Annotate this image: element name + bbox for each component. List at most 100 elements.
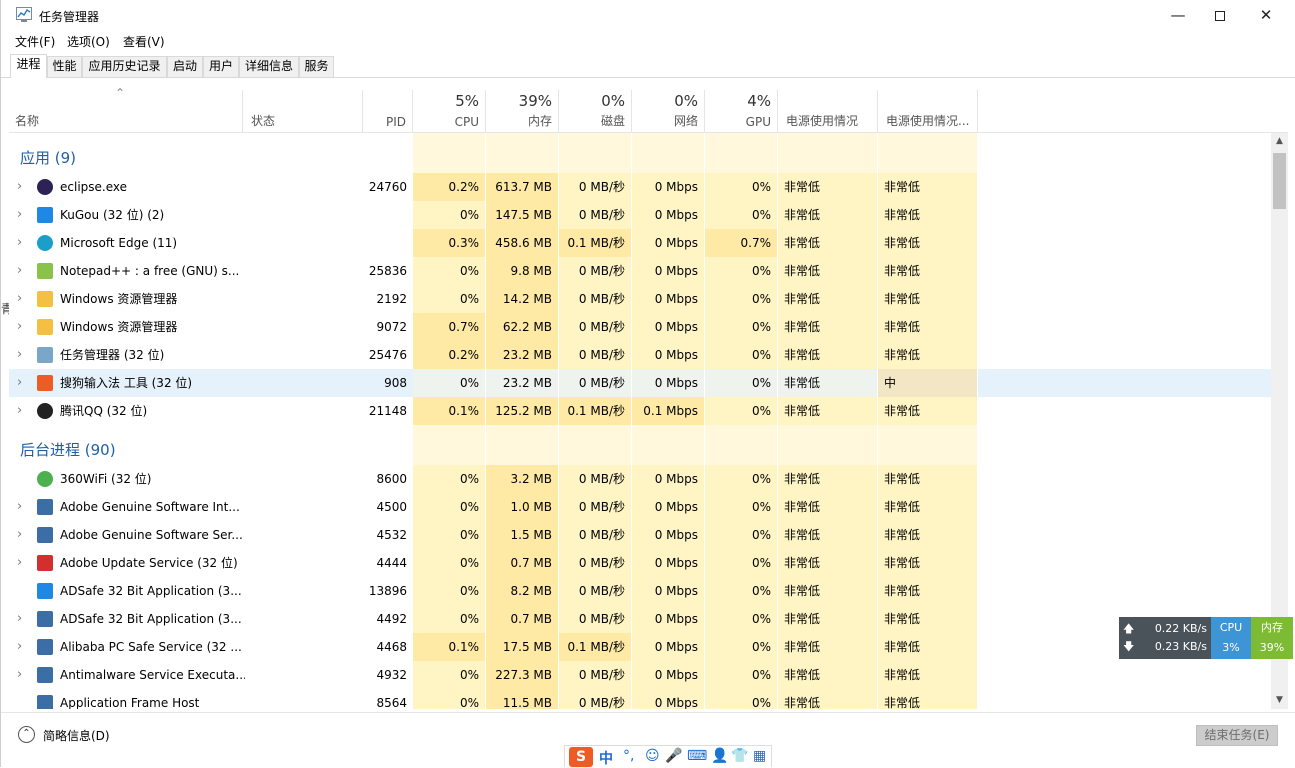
- chevron-up-circle-icon[interactable]: ⌃: [18, 726, 35, 743]
- title-bar[interactable]: 任务管理器 — ✕: [1, 0, 1295, 30]
- col-cpu-header[interactable]: 5% CPU: [413, 90, 486, 133]
- table-row[interactable]: › Adobe Genuine Software Int... 4500 0% 1.0 …: [9, 493, 1273, 521]
- table-row[interactable]: › Adobe Genuine Software Ser... 4532 0% 1.5 …: [9, 521, 1273, 549]
- table-row[interactable]: › Antimalware Service Executa... 4932 0% 227…: [9, 661, 1273, 689]
- task-manager-window: 任务管理器 — ✕ 文件(F) 选项(O) 查看(V) 进程 性能 应用历史记录…: [0, 0, 1295, 767]
- col-disk-header[interactable]: 0% 磁盘: [559, 90, 632, 133]
- group-heat-cell: [705, 133, 778, 173]
- chevron-right-icon[interactable]: ›: [17, 605, 22, 633]
- cell-power: 非常低: [778, 369, 878, 397]
- table-row[interactable]: › KuGou (32 位) (2) 0% 147.5 MB 0 MB/秒 0 Mbps 0…: [9, 201, 1273, 229]
- cell-pid: 4492: [376, 612, 407, 626]
- cell-cpu: 0%: [413, 689, 486, 709]
- ime-keyboard-icon[interactable]: ⌨: [687, 748, 707, 764]
- table-row[interactable]: 360WiFi (32 位) 8600 0% 3.2 MB 0 MB/秒 0 Mbps 0%…: [9, 465, 1273, 493]
- group-heat-cell: [413, 133, 486, 173]
- table-row[interactable]: › ADSafe 32 Bit Application (3... 4492 0% 0.…: [9, 605, 1273, 633]
- cell-trend: 非常低: [878, 173, 978, 201]
- table-row[interactable]: Application Frame Host 8564 0% 11.5 MB 0 MB/…: [9, 689, 1273, 709]
- process-name: Adobe Genuine Software Ser...: [60, 528, 243, 542]
- cell-trend: 非常低: [878, 633, 978, 661]
- table-row[interactable]: ADSafe 32 Bit Application (3... 13896 0% 8.…: [9, 577, 1273, 605]
- col-network-header[interactable]: 0% 网络: [632, 90, 705, 133]
- chevron-right-icon[interactable]: ›: [17, 633, 22, 661]
- chevron-right-icon[interactable]: ›: [17, 313, 22, 341]
- cell-trend: 非常低: [878, 257, 978, 285]
- group-header[interactable]: 后台进程 (90): [9, 425, 1273, 465]
- cell-power: 非常低: [778, 229, 878, 257]
- table-row[interactable]: › Windows 资源管理器 2192 0% 14.2 MB 0 MB/秒 0 Mbps 0…: [9, 285, 1273, 313]
- table-row[interactable]: › Alibaba PC Safe Service (32 ... 4468 0.1%…: [9, 633, 1273, 661]
- table-row[interactable]: › Windows 资源管理器 9072 0.7% 62.2 MB 0 MB/秒 0 Mbp…: [9, 313, 1273, 341]
- table-row[interactable]: › 搜狗输入法 工具 (32 位) 908 0% 23.2 MB 0 MB/秒 0 Mbps…: [9, 369, 1273, 397]
- menu-file[interactable]: 文件(F): [15, 33, 55, 50]
- col-gpu-header[interactable]: 4% GPU: [705, 90, 778, 133]
- ime-punctuation-icon[interactable]: °,: [623, 748, 634, 764]
- cell-power: 非常低: [778, 493, 878, 521]
- tab-processes[interactable]: 进程: [10, 54, 47, 78]
- scroll-down-icon[interactable]: ▼: [1271, 692, 1288, 709]
- scroll-thumb[interactable]: [1273, 153, 1286, 209]
- table-row[interactable]: › Microsoft Edge (11) 0.3% 458.6 MB 0.1 MB/秒…: [9, 229, 1273, 257]
- tab-details[interactable]: 详细信息: [239, 56, 299, 77]
- maximize-button[interactable]: [1197, 0, 1243, 30]
- tab-startup[interactable]: 启动: [167, 56, 203, 77]
- table-row[interactable]: › Adobe Update Service (32 位) 4444 0% 0.7 MB…: [9, 549, 1273, 577]
- table-row[interactable]: › Notepad++ : a free (GNU) s... 25836 0% 9.8…: [9, 257, 1273, 285]
- ime-toolbox-icon[interactable]: ▦: [753, 748, 766, 764]
- minimize-button[interactable]: —: [1155, 0, 1201, 30]
- tab-performance[interactable]: 性能: [47, 56, 82, 77]
- group-header[interactable]: 应用 (9): [9, 133, 1273, 173]
- chevron-right-icon[interactable]: ›: [17, 257, 22, 285]
- col-status-header[interactable]: 状态: [243, 90, 363, 133]
- chevron-right-icon[interactable]: ›: [17, 285, 22, 313]
- cell-cpu: 0.7%: [413, 313, 486, 341]
- col-memory-header[interactable]: 39% 内存: [486, 90, 559, 133]
- chevron-right-icon[interactable]: ›: [17, 201, 22, 229]
- table-row[interactable]: › 腾讯QQ (32 位) 21148 0.1% 125.2 MB 0.1 MB/秒 0.1…: [9, 397, 1273, 425]
- chevron-right-icon[interactable]: ›: [17, 229, 22, 257]
- table-row[interactable]: › eclipse.exe 24760 0.2% 613.7 MB 0 MB/秒 0 Mbp…: [9, 173, 1273, 201]
- chevron-right-icon[interactable]: ›: [17, 369, 22, 397]
- cell-gpu: 0%: [705, 605, 778, 633]
- chevron-right-icon[interactable]: ›: [17, 341, 22, 369]
- cell-gpu: 0%: [705, 661, 778, 689]
- cell-pid: 25836: [368, 264, 407, 278]
- cell-power: 非常低: [778, 689, 878, 709]
- process-list[interactable]: 应用 (9) › eclipse.exe 24760 0.2% 613.7 MB 0 MB/…: [9, 133, 1273, 709]
- col-power-header[interactable]: 电源使用情况: [778, 90, 878, 133]
- col-name-label: 名称: [15, 114, 40, 128]
- close-button[interactable]: ✕: [1243, 0, 1289, 30]
- ime-skin-icon[interactable]: 👕: [731, 748, 748, 764]
- col-name-header[interactable]: ⌃ 名称: [9, 86, 243, 133]
- ime-user-icon[interactable]: 👤: [711, 748, 728, 764]
- fewer-details-link[interactable]: 简略信息(D): [43, 727, 110, 744]
- group-heat-cell: [413, 425, 486, 465]
- chevron-right-icon[interactable]: ›: [17, 173, 22, 201]
- network-speed-widget[interactable]: 🡅 0.22 KB/s 🡇 0.23 KB/s CPU 3% 内存 39%: [1119, 617, 1293, 659]
- chevron-right-icon[interactable]: ›: [17, 521, 22, 549]
- wifi360-icon: [37, 471, 53, 487]
- chevron-right-icon[interactable]: ›: [17, 661, 22, 689]
- menu-view[interactable]: 查看(V): [123, 33, 165, 50]
- ime-toolbar[interactable]: S 中 °, ☺ 🎤 ⌨ 👤 👕 ▦: [564, 745, 772, 767]
- ime-mode-toggle[interactable]: 中: [599, 748, 613, 768]
- sogou-logo-icon[interactable]: S: [569, 747, 593, 767]
- table-row[interactable]: › 任务管理器 (32 位) 25476 0.2% 23.2 MB 0 MB/秒 0 Mbp…: [9, 341, 1273, 369]
- chevron-right-icon[interactable]: ›: [17, 549, 22, 577]
- tab-services[interactable]: 服务: [299, 56, 334, 77]
- chevron-right-icon[interactable]: ›: [17, 397, 22, 425]
- col-power-trend-header[interactable]: 电源使用情况...: [878, 90, 978, 133]
- ime-emoji-icon[interactable]: ☺: [645, 748, 660, 764]
- scroll-up-icon[interactable]: ▲: [1271, 133, 1288, 150]
- chevron-right-icon[interactable]: ›: [17, 493, 22, 521]
- end-task-button[interactable]: 结束任务(E): [1196, 725, 1278, 746]
- col-pid-header[interactable]: PID: [363, 90, 413, 133]
- tab-app-history[interactable]: 应用历史记录: [82, 56, 167, 77]
- ime-voice-icon[interactable]: 🎤: [665, 748, 682, 764]
- cell-power: 非常低: [778, 549, 878, 577]
- process-name: Adobe Genuine Software Int...: [60, 500, 240, 514]
- menu-options[interactable]: 选项(O): [67, 33, 110, 50]
- cell-power: 非常低: [778, 257, 878, 285]
- tab-users[interactable]: 用户: [203, 56, 239, 77]
